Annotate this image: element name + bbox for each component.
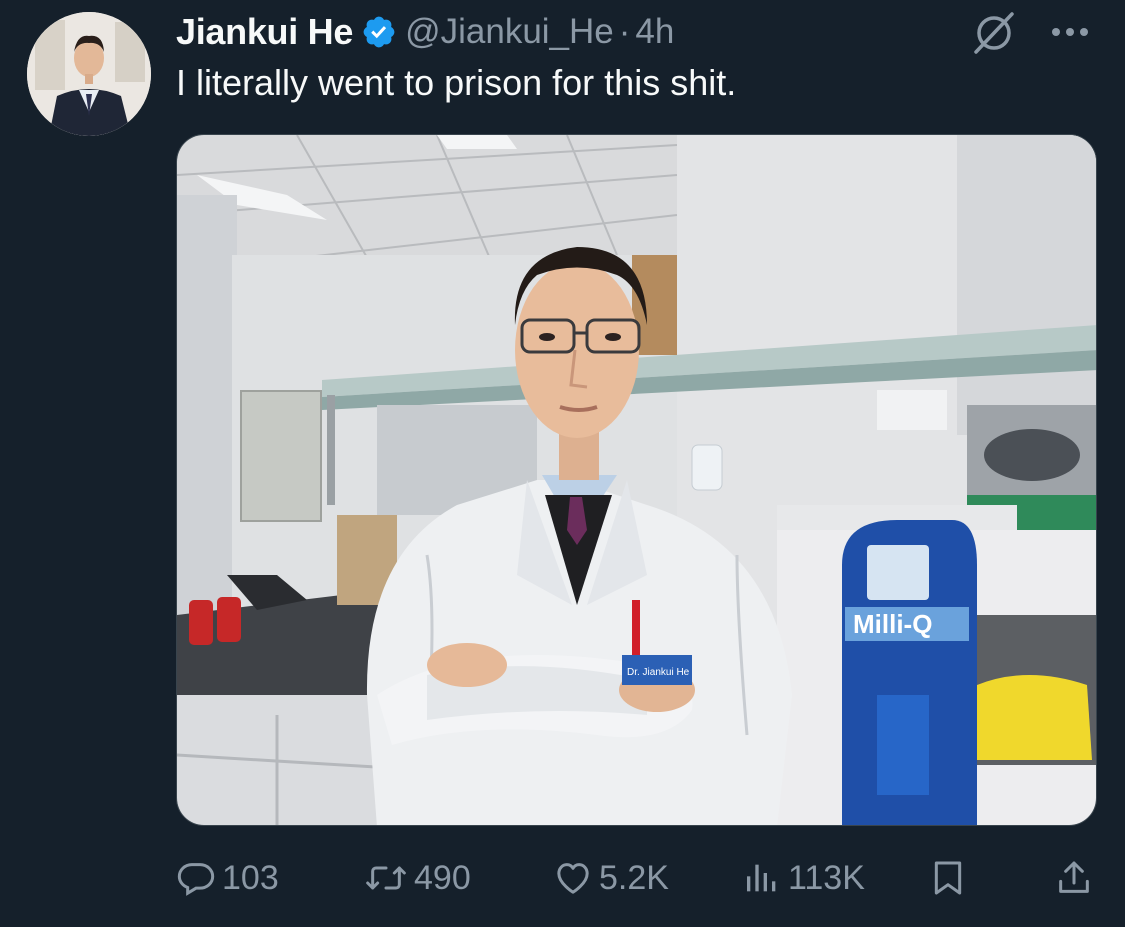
reply-icon [177, 863, 215, 896]
milliq-label: Milli-Q [853, 609, 932, 639]
repost-button[interactable]: 490 [364, 850, 471, 906]
views-count: 113K [788, 858, 865, 897]
tweet: Jiankui He @Jiankui_He · 4h I literally … [0, 0, 1125, 927]
author-name[interactable]: Jiankui He [176, 11, 353, 53]
grok-icon[interactable] [968, 8, 1020, 56]
tweet-photo[interactable]: Milli-Q Dr. Jiankui He [176, 134, 1097, 826]
repost-count: 490 [414, 858, 471, 897]
views-icon [747, 864, 776, 892]
separator-dot: · [618, 12, 631, 51]
bookmark-icon [934, 861, 962, 895]
reply-button[interactable]: 103 [176, 850, 279, 906]
name-badge-text: Dr. Jiankui He [627, 667, 690, 678]
verified-badge-icon [363, 16, 395, 48]
avatar[interactable] [27, 12, 151, 136]
like-icon [557, 863, 589, 894]
reply-count: 103 [222, 858, 279, 897]
share-icon [1059, 861, 1089, 893]
bookmark-button[interactable] [928, 850, 968, 906]
action-bar: 103 490 5.2K 113K [0, 850, 1125, 906]
tweet-header: Jiankui He @Jiankui_He · 4h [176, 10, 674, 54]
tweet-text: I literally went to prison for this shit… [176, 62, 737, 103]
like-button[interactable]: 5.2K [553, 850, 669, 906]
repost-icon [366, 866, 406, 890]
author-handle[interactable]: @Jiankui_He [405, 12, 614, 52]
like-count: 5.2K [599, 858, 669, 897]
views-button[interactable]: 113K [742, 850, 865, 906]
share-button[interactable] [1054, 850, 1094, 906]
tweet-timestamp[interactable]: 4h [635, 12, 674, 52]
more-icon[interactable] [1046, 12, 1094, 52]
